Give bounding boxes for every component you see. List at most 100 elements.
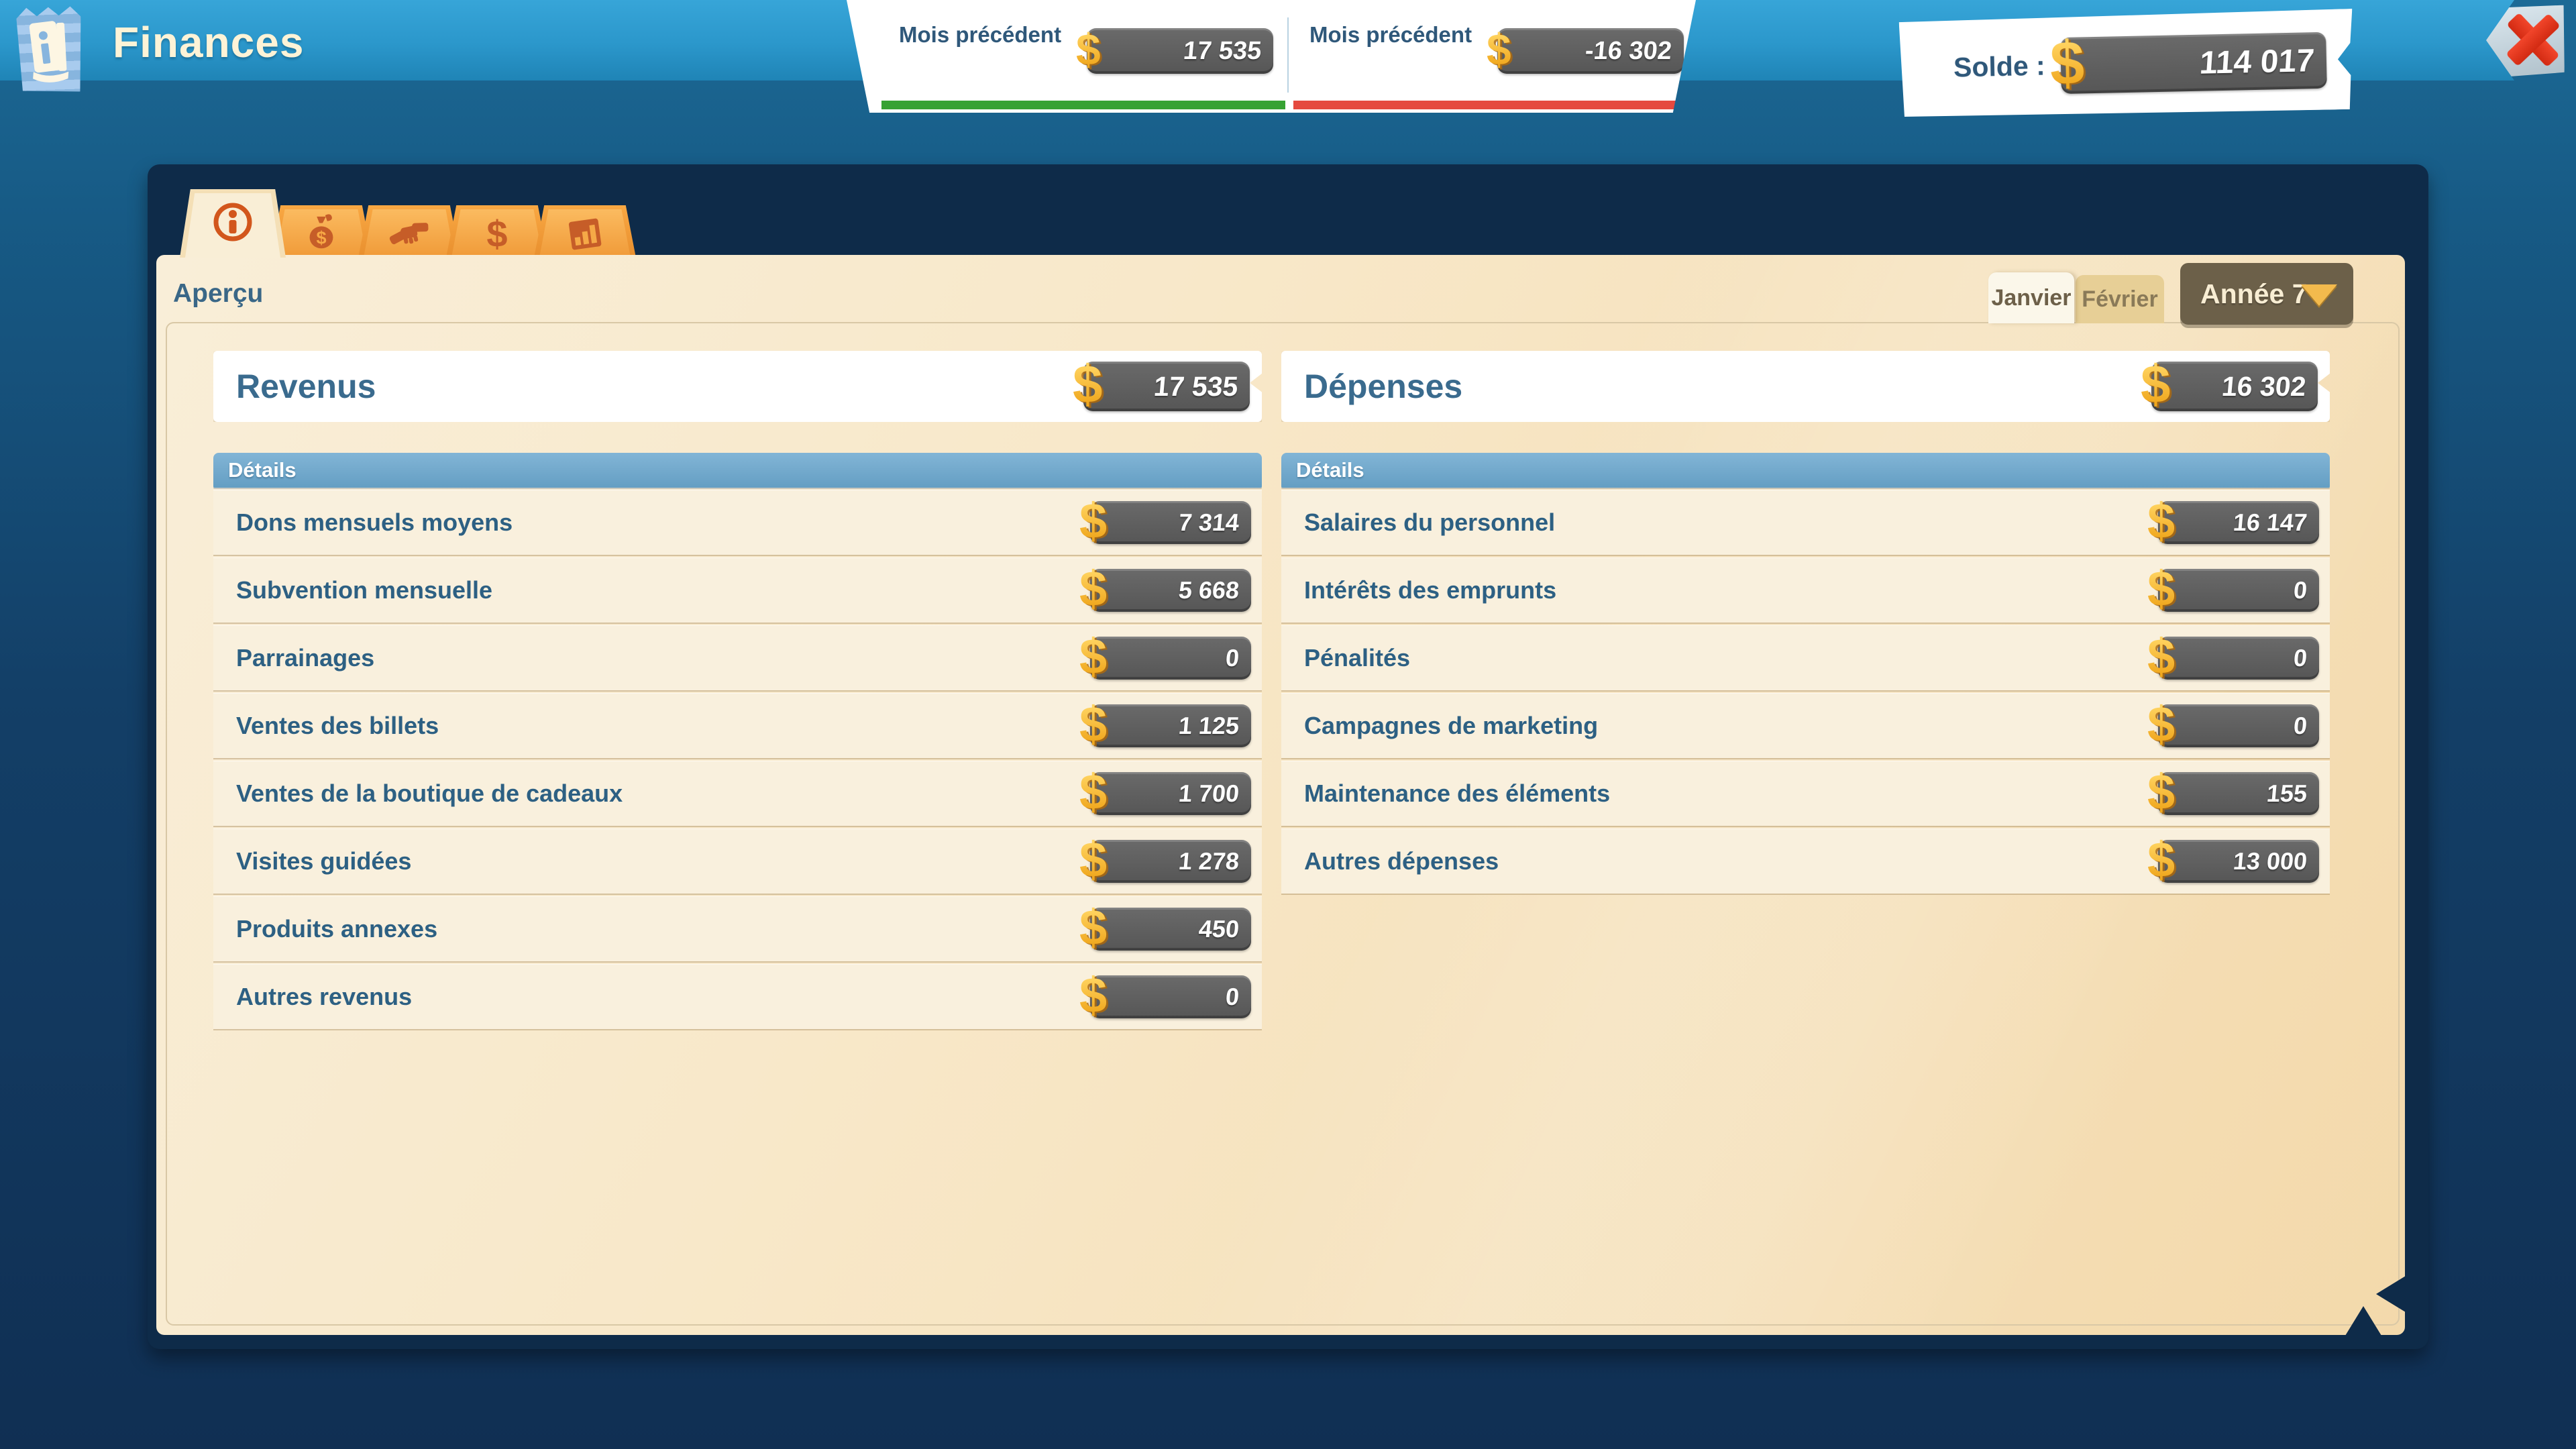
bar-chart-icon	[564, 212, 606, 255]
stat-label: Mois précédent	[899, 23, 1073, 47]
year-dropdown[interactable]: Année 7	[2180, 263, 2353, 325]
column-total-card: Revenus $17 535	[213, 351, 1262, 422]
currency-icon: $	[1079, 898, 1107, 955]
section-title: Aperçu	[173, 279, 263, 309]
svg-text:$: $	[316, 227, 326, 248]
stat-divider	[1287, 17, 1289, 93]
trend-bar-negative	[1293, 101, 1695, 109]
details-rows: Salaires du personnel $16 147 Intérêts d…	[1281, 490, 2330, 894]
row-label: Intérêts des emprunts	[1304, 576, 1556, 604]
previous-month-expense: Mois précédent $-16 302	[1295, 0, 1688, 113]
svg-text:$: $	[486, 213, 507, 255]
table-row: Pénalités $0	[1281, 625, 2330, 690]
row-label: Ventes de la boutique de cadeaux	[236, 780, 623, 808]
currency-icon: $	[2147, 695, 2175, 752]
row-amount: $0	[2158, 704, 2319, 747]
currency-icon: $	[1076, 24, 1101, 75]
month-tab-label: Janvier	[1991, 285, 2071, 311]
row-amount: $13 000	[2158, 840, 2319, 883]
currency-icon: $	[1079, 966, 1107, 1023]
frame-notch-bottom	[2345, 1306, 2381, 1336]
table-row: Autres revenus $0	[213, 964, 1262, 1029]
tab-income[interactable]: $	[270, 205, 372, 258]
tab-money[interactable]: $	[446, 205, 548, 258]
row-label: Ventes des billets	[236, 712, 439, 740]
currency-icon: $	[1079, 627, 1107, 684]
income-amount: $17 535	[1087, 28, 1273, 74]
currency-icon: $	[1079, 695, 1107, 752]
row-label: Autres dépenses	[1304, 847, 1499, 875]
table-row: Salaires du personnel $16 147	[1281, 490, 2330, 555]
table-row: Produits annexes $450	[213, 896, 1262, 961]
row-amount: $0	[2158, 637, 2319, 680]
row-amount: $0	[2158, 569, 2319, 612]
balance-panel: Solde : $114 017	[1899, 9, 2355, 119]
tab-overview[interactable]	[180, 189, 286, 258]
details-rows: Dons mensuels moyens $7 314 Subvention m…	[213, 490, 1262, 1029]
column-total-card: Dépenses $16 302	[1281, 351, 2330, 422]
currency-icon: $	[2147, 830, 2175, 888]
currency-icon: $	[1073, 354, 1103, 415]
row-label: Autres revenus	[236, 983, 412, 1011]
column-revenus: Revenus $17 535 Détails Dons mensuels mo…	[213, 351, 1262, 1032]
finances-book-icon	[16, 4, 83, 93]
column-total: $16 302	[2151, 362, 2318, 411]
row-amount: $1 700	[1090, 772, 1251, 815]
row-amount: $155	[2158, 772, 2319, 815]
currency-icon: $	[2147, 559, 2175, 616]
tab-charts[interactable]	[534, 205, 636, 258]
balance-amount: $114 017	[2060, 32, 2327, 94]
row-amount: $0	[1090, 637, 1251, 680]
column-title: Revenus	[236, 367, 376, 406]
year-dropdown-label: Année 7	[2200, 278, 2308, 310]
currency-icon: $	[1079, 492, 1107, 549]
previous-month-income: Mois précédent $17 535	[884, 0, 1277, 113]
row-label: Visites guidées	[236, 847, 411, 875]
row-amount: $5 668	[1090, 569, 1251, 612]
money-bag-icon: $	[301, 213, 342, 254]
window-title: Finances	[113, 17, 304, 67]
row-label: Salaires du personnel	[1304, 508, 1555, 537]
chevron-down-icon	[2301, 284, 2337, 306]
currency-icon: $	[1079, 830, 1107, 888]
dollar-icon: $	[476, 212, 519, 255]
currency-icon: $	[2049, 28, 2085, 99]
currency-icon: $	[2147, 627, 2175, 684]
currency-icon: $	[2147, 492, 2175, 549]
month-tab-fevrier[interactable]: Février	[2076, 275, 2164, 323]
table-row: Campagnes de marketing $0	[1281, 693, 2330, 758]
row-amount: $450	[1090, 908, 1251, 951]
row-label: Dons mensuels moyens	[236, 508, 513, 537]
row-label: Campagnes de marketing	[1304, 712, 1598, 740]
row-label: Parrainages	[236, 644, 374, 672]
info-icon	[211, 201, 254, 244]
row-amount: $16 147	[2158, 501, 2319, 544]
game-background: Finances Mois précédent $17 535 Mois pré…	[0, 0, 2576, 1449]
column-total: $17 535	[1083, 362, 1250, 411]
tab-contracts[interactable]	[358, 205, 460, 258]
row-label: Produits annexes	[236, 915, 437, 943]
table-row: Ventes de la boutique de cadeaux $1 700	[213, 761, 1262, 826]
currency-icon: $	[1487, 24, 1511, 75]
currency-icon: $	[1079, 559, 1107, 616]
row-label: Subvention mensuelle	[236, 576, 492, 604]
details-header: Détails	[1281, 453, 2330, 488]
table-row: Intérêts des emprunts $0	[1281, 557, 2330, 623]
currency-icon: $	[2141, 354, 2171, 415]
row-amount: $7 314	[1090, 501, 1251, 544]
column-depenses: Dépenses $16 302 Détails Salaires du per…	[1281, 351, 2330, 896]
row-amount: $1 125	[1090, 704, 1251, 747]
previous-month-panel: Mois précédent $17 535 Mois précédent $-…	[847, 0, 1696, 113]
table-row: Maintenance des éléments $155	[1281, 761, 2330, 826]
row-amount: $1 278	[1090, 840, 1251, 883]
table-row: Parrainages $0	[213, 625, 1262, 690]
month-tab-label: Février	[2082, 286, 2157, 313]
month-tab-janvier[interactable]: Janvier	[1988, 272, 2074, 323]
currency-icon: $	[2147, 763, 2175, 820]
balance-label: Solde :	[1953, 50, 2046, 84]
row-amount: $0	[1090, 975, 1251, 1018]
row-label: Maintenance des éléments	[1304, 780, 1610, 808]
table-row: Subvention mensuelle $5 668	[213, 557, 1262, 623]
table-row: Ventes des billets $1 125	[213, 693, 1262, 758]
table-row: Autres dépenses $13 000	[1281, 828, 2330, 894]
